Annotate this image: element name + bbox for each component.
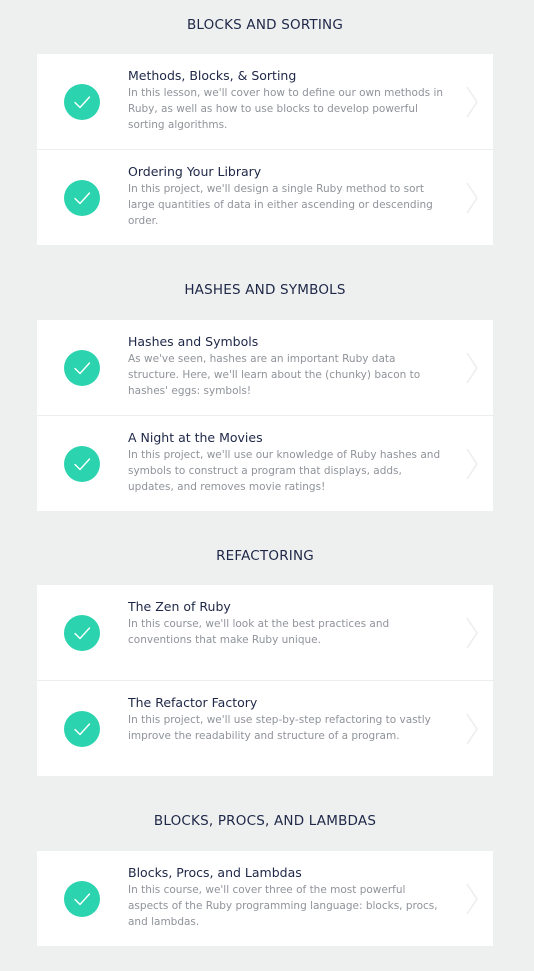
check-icon	[64, 881, 100, 917]
lesson-title: The Zen of Ruby	[128, 599, 231, 614]
lesson-description: In this project, we'll use our knowledge…	[128, 449, 441, 493]
lesson-item-a-night-at-the-movies[interactable]: A Night at the Movies In this project, w…	[37, 415, 493, 511]
lesson-description: In this lesson, we'll cover how to defin…	[128, 87, 444, 131]
lesson-card: Hashes and Symbols As we've seen, hashes…	[37, 320, 493, 511]
lesson-title: A Night at the Movies	[128, 430, 263, 445]
chevron-right-icon[interactable]	[465, 882, 479, 920]
lesson-item-blocks-procs-and-lambdas[interactable]: Blocks, Procs, and Lambdas In this cours…	[37, 851, 493, 946]
chevron-right-icon[interactable]	[465, 181, 479, 219]
lesson-card: Methods, Blocks, & Sorting In this lesso…	[37, 54, 493, 245]
check-icon	[64, 615, 100, 651]
chevron-right-icon[interactable]	[465, 351, 479, 389]
lesson-description: In this project, we'll use step-by-step …	[128, 714, 431, 742]
check-icon	[64, 446, 100, 482]
lesson-description: In this project, we'll design a single R…	[128, 183, 433, 227]
check-icon	[64, 180, 100, 216]
section-title: REFACTORING	[216, 548, 314, 564]
lesson-card: The Zen of Ruby In this course, we'll lo…	[37, 585, 493, 776]
lesson-title: Ordering Your Library	[128, 164, 262, 179]
lesson-title: Blocks, Procs, and Lambdas	[128, 865, 302, 880]
chevron-right-icon[interactable]	[465, 712, 479, 750]
lesson-item-ordering-your-library[interactable]: Ordering Your Library In this project, w…	[37, 149, 493, 245]
lesson-item-the-zen-of-ruby[interactable]: The Zen of Ruby In this course, we'll lo…	[37, 585, 493, 680]
lesson-item-hashes-and-symbols[interactable]: Hashes and Symbols As we've seen, hashes…	[37, 320, 493, 415]
section-title: BLOCKS, PROCS, AND LAMBDAS	[153, 813, 377, 829]
lesson-item-methods-blocks-sorting[interactable]: Methods, Blocks, & Sorting In this lesso…	[37, 54, 493, 149]
lesson-description: In this course, we'll look at the best p…	[128, 618, 390, 646]
chevron-right-icon[interactable]	[465, 85, 479, 123]
check-icon	[64, 84, 100, 120]
section-title: HASHES AND SYMBOLS	[184, 282, 346, 298]
lesson-card: Blocks, Procs, and Lambdas In this cours…	[37, 851, 493, 946]
check-icon	[64, 711, 100, 747]
lesson-description: As we've seen, hashes are an important R…	[128, 353, 421, 397]
chevron-right-icon[interactable]	[465, 616, 479, 654]
check-icon	[64, 350, 100, 386]
lesson-description: In this course, we'll cover three of the…	[128, 884, 438, 928]
lesson-title: Methods, Blocks, & Sorting	[128, 68, 297, 83]
lesson-title: The Refactor Factory	[128, 695, 258, 710]
section-title: BLOCKS AND SORTING	[186, 17, 344, 33]
lesson-title: Hashes and Symbols	[128, 334, 259, 349]
chevron-right-icon[interactable]	[465, 447, 479, 485]
lesson-item-the-refactor-factory[interactable]: The Refactor Factory In this project, we…	[37, 680, 493, 776]
